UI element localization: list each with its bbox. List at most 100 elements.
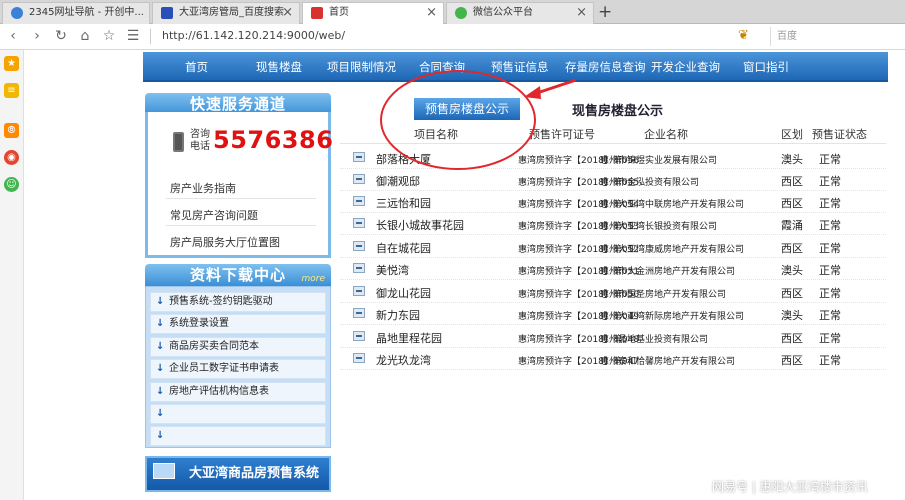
project-name[interactable]: 三远怡和园 bbox=[376, 195, 431, 211]
table-row[interactable]: 御潮观邸 惠湾房预许字【2018】第055 惠州市金泓投资有限公司 西区 正常 bbox=[340, 169, 886, 191]
project-name[interactable]: 美悦湾 bbox=[376, 262, 409, 278]
browser-tab-wechat[interactable]: 微信公众平台 × bbox=[446, 2, 594, 24]
project-name[interactable]: 自在城花园 bbox=[376, 240, 431, 256]
table-row[interactable]: 龙光玖龙湾 惠湾房预许字【2018】第047 惠州泰和恰馨房地产开发有限公司 西… bbox=[340, 348, 886, 370]
document-icon bbox=[353, 263, 365, 273]
document-icon bbox=[353, 286, 365, 296]
browser-sidebar: ★ ≡ ⦾ ◉ ☺ bbox=[0, 50, 24, 500]
divider bbox=[166, 225, 316, 226]
project-name[interactable]: 晶地里程花园 bbox=[376, 330, 442, 346]
downloads-panel: 预售系统-签约钥匙驱动 系统登录设置 商品房买卖合同范本 企业员工数字证书申请表… bbox=[145, 286, 331, 448]
favorites-icon[interactable]: ★ bbox=[4, 56, 19, 71]
nav-developer-query[interactable]: 开发企业查询 bbox=[651, 52, 720, 82]
table-row[interactable]: 自在城花园 惠湾房预许字【2018】第052 惠州大亚湾康威房地产开发有限公司 … bbox=[340, 236, 886, 258]
browser-tab-title: 微信公众平台 bbox=[473, 7, 533, 18]
star-icon[interactable]: ☆ bbox=[100, 27, 118, 45]
weibo-icon[interactable]: ◉ bbox=[4, 150, 19, 165]
close-tab-icon[interactable]: × bbox=[282, 3, 293, 23]
phone-label: 咨询 电话 bbox=[190, 129, 210, 153]
browser-favicon-icon bbox=[311, 7, 323, 19]
address-bar[interactable]: http://61.142.120.214:9000/web/ bbox=[162, 29, 345, 42]
table-row[interactable]: 美悦湾 惠湾房预许字【2018】第051 惠州市大金洲房地产开发有限公司 澳头 … bbox=[340, 258, 886, 280]
permit-status: 正常 bbox=[819, 287, 841, 300]
faq-link[interactable]: 常见房产咨询问题 bbox=[170, 207, 258, 223]
close-tab-icon[interactable]: × bbox=[426, 3, 437, 23]
download-item[interactable] bbox=[150, 426, 326, 446]
project-name[interactable]: 新力东园 bbox=[376, 307, 420, 323]
district: 西区 bbox=[781, 197, 803, 210]
back-icon[interactable]: ‹ bbox=[4, 27, 22, 45]
tab-current-sale-listing[interactable]: 现售房楼盘公示 bbox=[572, 100, 663, 119]
company-name: 惠州大亚湾康威房地产开发有限公司 bbox=[600, 245, 745, 255]
browser-tab-title: 首页 bbox=[329, 7, 349, 18]
project-name[interactable]: 长银小城故事花园 bbox=[376, 217, 464, 233]
quick-service-panel: 咨询 电话 5576386 房产业务指南 常见房产咨询问题 房产局服务大厅位置图 bbox=[145, 112, 334, 258]
browser-favicon-icon bbox=[11, 7, 23, 19]
browser-tab-2345[interactable]: 2345网址导航 - 开创中... bbox=[2, 2, 150, 24]
nav-window-guide[interactable]: 窗口指引 bbox=[743, 52, 789, 82]
document-icon bbox=[353, 331, 365, 341]
phone-icon bbox=[173, 132, 184, 152]
reader-icon[interactable]: ☰ bbox=[124, 27, 142, 45]
download-item[interactable]: 房地产评估机构信息表 bbox=[150, 382, 326, 402]
browser-navigation-bar: ‹ › ↻ ⌂ ☆ ☰ http://61.142.120.214:9000/w… bbox=[0, 24, 905, 50]
browser-tab-home[interactable]: 首页 × bbox=[302, 2, 444, 25]
divider bbox=[166, 198, 316, 199]
nav-current-sale[interactable]: 现售楼盘 bbox=[256, 52, 302, 82]
company-name: 惠州泰和恰馨房地产开发有限公司 bbox=[600, 357, 736, 367]
site-navigation: 首页 现售楼盘 项目限制情况 合同查询 预售证信息 存量房信息查询 开发企业查询… bbox=[143, 52, 888, 82]
permit-status: 正常 bbox=[819, 242, 841, 255]
company-name: 惠州晶地基业投资有限公司 bbox=[600, 335, 709, 345]
guide-link[interactable]: 房产业务指南 bbox=[170, 180, 236, 196]
home-icon[interactable]: ⌂ bbox=[76, 27, 94, 45]
download-item[interactable] bbox=[150, 404, 326, 424]
table-row[interactable]: 新力东园 惠湾房预许字【2018】第049 惠州大亚湾新际房地产开发有限公司 澳… bbox=[340, 303, 886, 325]
browser-tab-title: 2345网址导航 - 开创中... bbox=[29, 7, 144, 18]
download-item[interactable]: 企业员工数字证书申请表 bbox=[150, 359, 326, 379]
browser-tab-baidu-search[interactable]: 大亚湾房管局_百度搜索 × bbox=[152, 2, 300, 24]
downloads-header: 资料下载中心 more bbox=[145, 264, 331, 286]
close-tab-icon[interactable]: × bbox=[576, 3, 587, 23]
search-engine-icon[interactable]: ❦ bbox=[738, 28, 749, 43]
notes-icon[interactable]: ≡ bbox=[4, 83, 19, 98]
rss-icon[interactable]: ⦾ bbox=[4, 123, 19, 138]
district: 西区 bbox=[781, 242, 803, 255]
search-input[interactable]: 百度 bbox=[770, 27, 902, 46]
project-name[interactable]: 御潮观邸 bbox=[376, 173, 420, 189]
project-name[interactable]: 龙光玖龙湾 bbox=[376, 352, 431, 368]
district: 澳头 bbox=[781, 153, 803, 166]
highlight-circle bbox=[380, 70, 536, 170]
new-tab-button[interactable]: + bbox=[598, 1, 612, 23]
phone-label-line1: 咨询 bbox=[190, 129, 210, 140]
document-icon bbox=[353, 308, 365, 318]
browser-tab-title: 大亚湾房管局_百度搜索 bbox=[179, 7, 284, 18]
company-name: 惠州大亚湾新际房地产开发有限公司 bbox=[600, 312, 745, 322]
district: 西区 bbox=[781, 287, 803, 300]
permit-status: 正常 bbox=[819, 309, 841, 322]
download-item[interactable]: 预售系统-签约钥匙驱动 bbox=[150, 292, 326, 312]
forward-icon[interactable]: › bbox=[28, 27, 46, 45]
permit-status: 正常 bbox=[819, 332, 841, 345]
download-item[interactable]: 商品房买卖合同范本 bbox=[150, 337, 326, 357]
company-name: 惠州市国圣房地产开发有限公司 bbox=[600, 290, 727, 300]
district: 霞涌 bbox=[781, 219, 803, 232]
table-row[interactable]: 长银小城故事花园 惠湾房预许字【2018】第053 惠州大亚湾长银投资有限公司 … bbox=[340, 213, 886, 235]
game-icon[interactable]: ☺ bbox=[4, 177, 19, 192]
company-name: 惠州市大金洲房地产开发有限公司 bbox=[600, 267, 736, 277]
downloads-title: 资料下载中心 bbox=[189, 266, 286, 284]
phone-number: 5576386 bbox=[213, 126, 334, 154]
reload-icon[interactable]: ↻ bbox=[52, 27, 70, 45]
hall-map-link[interactable]: 房产局服务大厅位置图 bbox=[170, 234, 280, 250]
nav-home[interactable]: 首页 bbox=[185, 52, 208, 82]
download-item[interactable]: 系统登录设置 bbox=[150, 314, 326, 334]
presale-system-banner[interactable]: 大亚湾商品房预售系统 bbox=[145, 456, 331, 492]
company-name: 惠州市金泓投资有限公司 bbox=[600, 178, 700, 188]
toolbar-divider bbox=[150, 29, 151, 44]
table-row[interactable]: 三远怡和园 惠湾房预许字【2018】第054 惠州大亚湾中联房地产开发有限公司 … bbox=[340, 191, 886, 213]
table-row[interactable]: 晶地里程花园 惠湾房预许字【2018】第048 惠州晶地基业投资有限公司 西区 … bbox=[340, 326, 886, 348]
permit-status: 正常 bbox=[819, 264, 841, 277]
nav-project-restrictions[interactable]: 项目限制情况 bbox=[327, 52, 396, 82]
project-name[interactable]: 御龙山花园 bbox=[376, 285, 431, 301]
browser-tab-strip: 2345网址导航 - 开创中... 大亚湾房管局_百度搜索 × 首页 × 微信公… bbox=[0, 0, 905, 25]
table-row[interactable]: 御龙山花园 惠湾房预许字【2018】第050 惠州市国圣房地产开发有限公司 西区… bbox=[340, 281, 886, 303]
